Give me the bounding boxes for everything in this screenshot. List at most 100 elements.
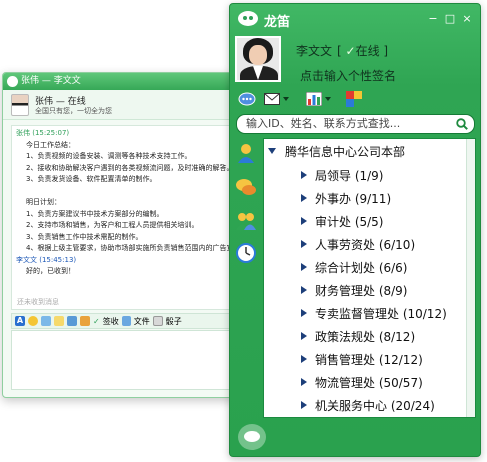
tree-item-label: 机关服务中心 (20/24) <box>315 398 435 413</box>
online-check-icon: ✓ <box>345 44 356 58</box>
mail-icon[interactable] <box>264 91 289 107</box>
app-name: 龙笛 <box>264 15 291 30</box>
message-line: 1、负责方案建议书中技术方案部分的编制。 <box>26 209 164 218</box>
chat-window: 张伟 — 李文文 张伟 — 在线 全国只有您，一切全为您 张伟 (15:25:0… <box>2 72 238 398</box>
tree-item-label: 审计处 (5/5) <box>315 214 384 229</box>
file-icon <box>121 316 131 326</box>
file-button[interactable]: 文件 <box>134 316 150 327</box>
tree-root-node[interactable]: 腾华信息中心公司本部 <box>268 142 405 160</box>
user-profile: 李文文 [ ✓在线 ] 点击输入个性签名 <box>230 34 480 86</box>
message-line: 3、负责发货设备、软件配置清单的制作。 <box>26 175 157 183</box>
caret-right-icon[interactable] <box>301 194 307 202</box>
tree-item[interactable]: 销售管理处 (12/12) <box>301 350 423 368</box>
caret-right-icon[interactable] <box>301 355 307 363</box>
main-window: 龙笛 − □ × 李文文 [ ✓在线 ] 点击输入个性签名 输入ID、姓名、联系… <box>229 3 481 457</box>
messages-icon[interactable] <box>235 176 257 198</box>
status-bracket-open: [ <box>337 44 342 58</box>
message-line: 2、支持市场和销售，为客户和工程人员提供相关培训。 <box>26 221 199 229</box>
sign-button[interactable]: 签收 <box>103 316 119 327</box>
font-icon[interactable]: A <box>15 316 25 326</box>
message-line <box>16 186 228 198</box>
tree-item[interactable]: 外事办 (9/11) <box>301 189 391 207</box>
message-line: 好的，已收到！ <box>26 267 75 275</box>
message-line: 2、接收和协助解决客户遇到的各类视频流问题，及时准确的解答。 <box>26 163 233 172</box>
user-name: 李文文 <box>296 44 333 58</box>
search-icon[interactable] <box>456 118 468 130</box>
tree-item-label: 外事办 (9/11) <box>315 191 392 206</box>
tree-root-label: 腾华信息中心公司本部 <box>285 144 406 159</box>
tree-item-label: 财务管理处 (8/9) <box>315 283 408 298</box>
tree-item[interactable]: 综合计划处 (6/6) <box>301 258 408 276</box>
chat-toolbar: A ✓ 签收 文件 骰子 <box>11 313 233 329</box>
tree-item-label: 物流管理处 (50/57) <box>315 375 423 390</box>
caret-right-icon[interactable] <box>301 286 307 294</box>
tree-item-label: 局领导 (1/9) <box>315 168 384 183</box>
caret-right-icon[interactable] <box>301 263 307 271</box>
status-bracket-close: ] <box>383 44 389 58</box>
caret-right-icon[interactable] <box>301 171 307 179</box>
main-toolbar <box>230 88 480 110</box>
tree-item[interactable]: 机关服务中心 (20/24) <box>301 396 435 414</box>
screenshot-icon[interactable] <box>67 316 77 326</box>
history-icon[interactable] <box>235 242 257 264</box>
message-line: 1、负责视频的设备安装、调测等各种技术支持工作。 <box>26 152 192 160</box>
emoticon-icon[interactable] <box>28 316 38 326</box>
user-avatar[interactable] <box>235 36 281 82</box>
shake-icon[interactable] <box>54 316 64 326</box>
status-selector[interactable]: [ ✓在线 ] <box>337 42 388 59</box>
main-menu-logo-icon[interactable] <box>238 424 266 450</box>
status-text: 在线 <box>355 44 380 58</box>
search-input[interactable] <box>246 117 446 130</box>
history-icon[interactable] <box>80 316 90 326</box>
sidebar <box>230 138 260 423</box>
message-line: 4、根据上级主管要求，协助市场部实施所负责销售范围内的广告宣传。 <box>26 244 233 252</box>
contact-avatar[interactable] <box>11 94 29 116</box>
tree-item[interactable]: 人事劳资处 (6/10) <box>301 235 415 253</box>
dice-button[interactable]: 骰子 <box>166 316 182 327</box>
maximize-button[interactable]: □ <box>443 12 457 25</box>
caret-right-icon[interactable] <box>301 217 307 225</box>
app-logo-icon <box>238 11 258 26</box>
chart-icon[interactable] <box>306 91 331 107</box>
close-button[interactable]: × <box>460 12 474 25</box>
message-header: 李文文 (15:45:13) <box>16 255 77 264</box>
tree-item-label: 人事劳资处 (6/10) <box>315 237 416 252</box>
tree-item[interactable]: 局领导 (1/9) <box>301 166 384 184</box>
contact-tree: 腾华信息中心公司本部 局领导 (1/9) 外事办 (9/11) 审计处 (5/5… <box>263 138 476 418</box>
message-history[interactable]: 张伟 (15:25:07) 今日工作总结： 1、负责视频的设备安装、调测等各种技… <box>11 125 233 310</box>
search-box <box>236 114 475 134</box>
tree-item-label: 综合计划处 (6/6) <box>315 260 408 275</box>
caret-right-icon[interactable] <box>301 401 307 409</box>
app-puzzle-icon[interactable] <box>346 91 362 107</box>
minimize-button[interactable]: − <box>426 12 440 25</box>
chat-window-title: 张伟 — 李文文 <box>21 76 81 86</box>
caret-right-icon[interactable] <box>301 309 307 317</box>
tree-item[interactable]: 财务管理处 (8/9) <box>301 281 408 299</box>
picture-icon[interactable] <box>41 316 51 326</box>
tree-scrollbar[interactable] <box>466 139 475 417</box>
signature-field[interactable]: 点击输入个性签名 <box>300 67 396 84</box>
tree-item[interactable]: 政策法规处 (8/12) <box>301 327 415 345</box>
groups-icon[interactable] <box>235 210 257 232</box>
caret-right-icon[interactable] <box>301 378 307 386</box>
main-title-bar[interactable]: 龙笛 − □ × <box>230 4 480 32</box>
chat-title-bar[interactable]: 张伟 — 李文文 <box>3 73 237 90</box>
chat-bubble-icon[interactable] <box>238 91 256 107</box>
tree-item[interactable]: 物流管理处 (50/57) <box>301 373 423 391</box>
tree-item-label: 政策法规处 (8/12) <box>315 329 416 344</box>
tree-item[interactable]: 审计处 (5/5) <box>301 212 384 230</box>
dice-icon <box>152 316 163 326</box>
tree-item-label: 销售管理处 (12/12) <box>315 352 423 367</box>
sign-check-icon: ✓ <box>93 316 100 326</box>
message-input[interactable] <box>11 330 233 390</box>
chat-contact-header: 张伟 — 在线 全国只有您，一切全为您 <box>3 90 237 120</box>
message-line: 3、负责销售工作中技术需配的制作。 <box>26 232 143 241</box>
contacts-icon[interactable] <box>235 142 257 164</box>
tree-item[interactable]: 专卖监督管理处 (10/12) <box>301 304 447 322</box>
caret-down-icon[interactable] <box>268 148 276 154</box>
app-logo-icon <box>7 76 18 87</box>
contact-signature: 全国只有您，一切全为您 <box>35 107 112 115</box>
caret-right-icon[interactable] <box>301 240 307 248</box>
caret-right-icon[interactable] <box>301 332 307 340</box>
message-header: 张伟 (15:25:07) <box>16 129 70 137</box>
